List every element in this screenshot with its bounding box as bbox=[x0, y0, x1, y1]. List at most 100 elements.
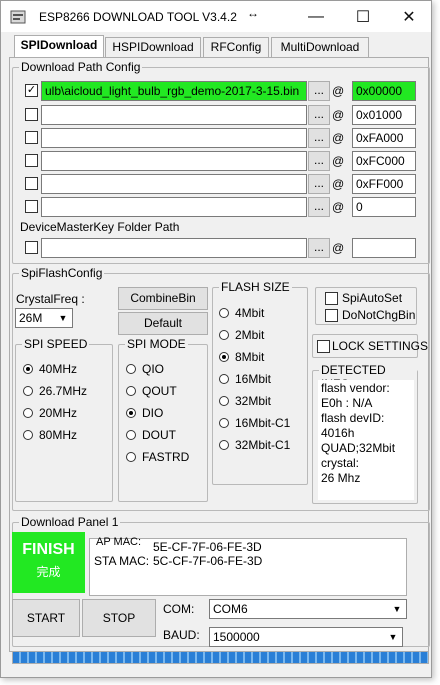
radio-20mhz[interactable] bbox=[23, 408, 33, 418]
row-6-path-field[interactable] bbox=[41, 197, 307, 217]
detected-info-line: flash vendor: bbox=[321, 381, 390, 395]
row-5-checkbox[interactable] bbox=[25, 177, 38, 190]
crystal-freq-select[interactable]: 26M ▼ bbox=[15, 308, 73, 328]
radio-16mbit[interactable] bbox=[219, 374, 229, 384]
spi-flash-config-label: SpiFlashConfig bbox=[19, 266, 105, 280]
window-title: ESP8266 DOWNLOAD TOOL V3.4.2 bbox=[39, 10, 237, 24]
row-1-path-field[interactable]: ulb\aicloud_light_bulb_rgb_demo-2017-3-1… bbox=[41, 81, 307, 101]
detected-info-text[interactable]: flash vendor: E0h : N/A flash devID: 401… bbox=[318, 380, 414, 500]
radio-80mhz[interactable] bbox=[23, 430, 33, 440]
row-6-address-field[interactable]: 0 bbox=[352, 197, 416, 217]
radio-qio[interactable] bbox=[126, 364, 136, 374]
radio-40mhz-label: 40MHz bbox=[39, 362, 78, 376]
row-5-path-field[interactable] bbox=[41, 174, 307, 194]
download-path-label: Download Path Config bbox=[19, 60, 143, 74]
detected-info-line: 4016h bbox=[321, 426, 355, 440]
title-bar[interactable]: ESP8266 DOWNLOAD TOOL V3.4.2 ↔ — ☐ ✕ bbox=[1, 1, 431, 32]
spi-auto-set-label: SpiAutoSet bbox=[342, 291, 403, 305]
close-button[interactable]: ✕ bbox=[386, 1, 432, 32]
radio-16mbit-c1[interactable] bbox=[219, 418, 229, 428]
row-2-path-field[interactable] bbox=[41, 105, 307, 125]
chevron-down-icon: ▼ bbox=[392, 604, 402, 614]
master-key-browse-button[interactable]: ... bbox=[308, 238, 330, 258]
radio-26-7mhz[interactable] bbox=[23, 386, 33, 396]
detected-info-line: flash devID: bbox=[321, 411, 385, 425]
radio-20mhz-label: 20MHz bbox=[39, 406, 78, 420]
tab-hspidownload[interactable]: HSPIDownload bbox=[105, 37, 201, 57]
detected-info-line: crystal: bbox=[321, 456, 360, 470]
start-button[interactable]: START bbox=[12, 599, 80, 637]
radio-4mbit-label: 4Mbit bbox=[235, 306, 265, 320]
radio-dout-label: DOUT bbox=[142, 428, 176, 442]
tab-rfconfig[interactable]: RFConfig bbox=[203, 37, 269, 57]
row-1-browse-button[interactable]: ... bbox=[308, 81, 330, 101]
row-3-at-label: @ bbox=[332, 131, 345, 145]
row-3-address-field[interactable]: 0xFA000 bbox=[352, 128, 416, 148]
row-1-address-field[interactable]: 0x00000 bbox=[352, 81, 416, 101]
radio-32mbit[interactable] bbox=[219, 396, 229, 406]
lock-settings-checkbox[interactable] bbox=[317, 340, 330, 353]
row-3-checkbox[interactable] bbox=[25, 131, 38, 144]
row-5-address-field[interactable]: 0xFF000 bbox=[352, 174, 416, 194]
chevron-down-icon: ▼ bbox=[388, 632, 398, 642]
row-2-at-label: @ bbox=[332, 108, 345, 122]
do-not-chg-bin-label: DoNotChgBin bbox=[342, 308, 416, 322]
master-key-address-field[interactable] bbox=[352, 238, 416, 258]
ap-mac-value: 5E-CF-7F-06-FE-3D bbox=[153, 540, 262, 554]
stop-button[interactable]: STOP bbox=[82, 599, 156, 637]
master-key-checkbox[interactable] bbox=[25, 241, 38, 254]
radio-2mbit[interactable] bbox=[219, 330, 229, 340]
radio-16mbit-label: 16Mbit bbox=[235, 372, 272, 386]
row-4-path-field[interactable] bbox=[41, 151, 307, 171]
row-2-address-field[interactable]: 0x01000 bbox=[352, 105, 416, 125]
radio-qout[interactable] bbox=[126, 386, 136, 396]
row-4-checkbox[interactable] bbox=[25, 154, 38, 167]
row-3-browse-button[interactable]: ... bbox=[308, 128, 330, 148]
radio-fastrd[interactable] bbox=[126, 452, 136, 462]
radio-32mbit-c1-label: 32Mbit-C1 bbox=[235, 438, 291, 452]
com-label: COM: bbox=[163, 602, 195, 616]
do-not-chg-bin-checkbox[interactable] bbox=[325, 309, 338, 322]
download-panel-label: Download Panel 1 bbox=[19, 515, 121, 529]
flash-size-label: FLASH SIZE bbox=[219, 280, 292, 294]
minimize-button[interactable]: — bbox=[293, 1, 339, 32]
row-3-path-field[interactable] bbox=[41, 128, 307, 148]
radio-dio-label: DIO bbox=[142, 406, 164, 420]
radio-40mhz[interactable] bbox=[23, 364, 33, 374]
tab-multidownload[interactable]: MultiDownload bbox=[271, 37, 369, 57]
spi-speed-label: SPI SPEED bbox=[22, 337, 90, 351]
baud-rate-select[interactable]: 1500000 ▼ bbox=[209, 627, 403, 647]
radio-32mbit-c1[interactable] bbox=[219, 440, 229, 450]
detected-info-line: QUAD;32Mbit bbox=[321, 441, 396, 455]
row-6-checkbox[interactable] bbox=[25, 200, 38, 213]
master-key-path-field[interactable] bbox=[41, 238, 307, 258]
row-5-browse-button[interactable]: ... bbox=[308, 174, 330, 194]
sta-mac-label: STA MAC: bbox=[94, 554, 150, 568]
maximize-button[interactable]: ☐ bbox=[340, 1, 386, 32]
tab-spidownload[interactable]: SPIDownload bbox=[14, 35, 104, 58]
radio-8mbit-label: 8Mbit bbox=[235, 350, 265, 364]
download-progress-fill bbox=[13, 652, 428, 663]
master-key-at-label: @ bbox=[332, 241, 345, 255]
app-icon bbox=[10, 10, 26, 24]
chevron-down-icon: ▼ bbox=[58, 313, 68, 323]
lock-settings-label: LOCK SETTINGS bbox=[332, 339, 429, 353]
radio-32mbit-label: 32Mbit bbox=[235, 394, 272, 408]
status-subtext: 完成 bbox=[36, 565, 61, 579]
radio-4mbit[interactable] bbox=[219, 308, 229, 318]
row-6-at-label: @ bbox=[332, 200, 345, 214]
radio-dout[interactable] bbox=[126, 430, 136, 440]
row-4-browse-button[interactable]: ... bbox=[308, 151, 330, 171]
resize-icon: ↔ bbox=[247, 6, 259, 20]
radio-dio[interactable] bbox=[126, 408, 136, 418]
radio-8mbit[interactable] bbox=[219, 352, 229, 362]
default-button[interactable]: Default bbox=[118, 312, 208, 335]
com-port-select[interactable]: COM6 ▼ bbox=[209, 599, 407, 619]
row-2-checkbox[interactable] bbox=[25, 108, 38, 121]
spi-auto-set-checkbox[interactable] bbox=[325, 292, 338, 305]
row-2-browse-button[interactable]: ... bbox=[308, 105, 330, 125]
row-6-browse-button[interactable]: ... bbox=[308, 197, 330, 217]
row-4-address-field[interactable]: 0xFC000 bbox=[352, 151, 416, 171]
row-1-checkbox[interactable]: ✓ bbox=[25, 84, 38, 97]
combine-bin-button[interactable]: CombineBin bbox=[118, 287, 208, 310]
